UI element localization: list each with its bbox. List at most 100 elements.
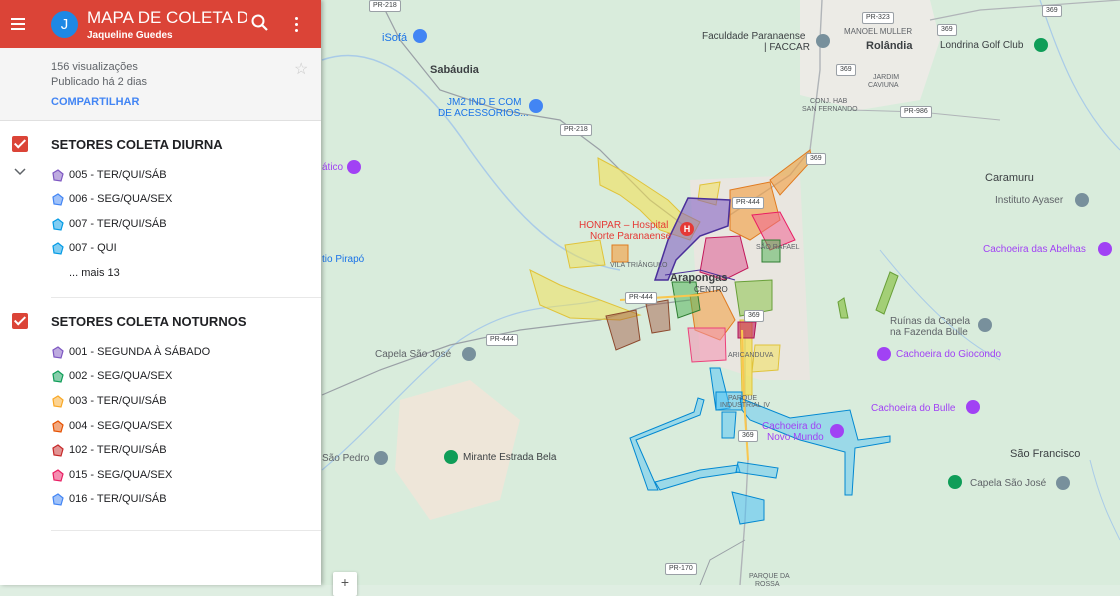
legend-item[interactable]: 005 - TER/QUI/SÁB	[51, 166, 167, 184]
chevron-down-icon[interactable]	[14, 165, 26, 179]
more-options-icon[interactable]	[290, 13, 302, 35]
place-cachoeira-novo-line1[interactable]: Cachoeira do	[762, 421, 821, 432]
share-button[interactable]: COMPARTILHAR	[51, 96, 139, 108]
place-rolandia[interactable]: Rolândia	[866, 40, 912, 52]
waterfall-icon[interactable]	[830, 424, 844, 438]
place-capela-sao-jose-2[interactable]: Capela São José	[970, 478, 1046, 489]
place-rio-pirapo[interactable]: tio Pirapó	[322, 254, 364, 265]
legend-item-label: 005 - TER/QUI/SÁB	[69, 169, 167, 181]
legend-item[interactable]: 006 - SEG/QUA/SEX	[51, 190, 172, 208]
church-icon[interactable]	[374, 451, 388, 465]
map-title: MAPA DE COLETA DO...	[87, 8, 247, 27]
place-caramuru[interactable]: Caramuru	[985, 172, 1034, 184]
place-mirante[interactable]: Mirante Estrada Bela	[463, 452, 556, 463]
road-shield-369: 369	[738, 430, 758, 442]
road-shield-pr986: PR-986	[900, 106, 932, 118]
place-arapongas[interactable]: Arapongas	[670, 272, 727, 284]
published-date: Publicado há 2 dias	[51, 76, 148, 88]
place-jardim-caviuna-1: JARDIM	[873, 74, 900, 81]
polygon-icon	[52, 192, 64, 206]
golf-icon[interactable]	[1034, 38, 1048, 52]
place-sabaudia[interactable]: Sabáudia	[430, 64, 479, 76]
place-parque-da-line1: PARQUE DA	[749, 573, 790, 580]
polygon-icon	[52, 492, 64, 506]
institute-icon[interactable]	[1075, 193, 1089, 207]
place-honpar-line2[interactable]: Norte Paranaense	[590, 231, 671, 242]
place-cachoeira-giocondo[interactable]: Cachoeira do Giocondo	[896, 349, 1001, 360]
legend-item[interactable]: 007 - QUI	[51, 239, 117, 257]
legend-item-label: 007 - QUI	[69, 242, 117, 254]
layer-title-diurna[interactable]: SETORES COLETA DIURNA	[51, 137, 223, 152]
road-shield-369: 369	[937, 24, 957, 36]
school-icon[interactable]	[816, 34, 830, 48]
legend-item[interactable]: 001 - SEGUNDA À SÁBADO	[51, 343, 210, 361]
park-icon[interactable]	[948, 475, 962, 489]
polygon-icon	[52, 443, 64, 457]
legend-item[interactable]: 015 - SEG/QUA/SEX	[51, 466, 172, 484]
waterfall-icon[interactable]	[1098, 242, 1112, 256]
polygon-icon	[52, 369, 64, 383]
place-sao-rafael: SÃO RAFAEL	[756, 244, 800, 251]
zoom-in-button[interactable]: +	[333, 572, 357, 596]
layer-checkbox-diurna[interactable]	[12, 136, 28, 152]
avatar[interactable]: J	[51, 11, 78, 38]
church-icon[interactable]	[1056, 476, 1070, 490]
legend-item[interactable]: 007 - TER/QUI/SÁB	[51, 215, 167, 233]
place-vila-triangulo: VILA TRIÂNGULO	[610, 262, 668, 269]
road-shield-369: 369	[806, 153, 826, 165]
menu-button[interactable]	[6, 12, 30, 36]
place-isofa[interactable]: iSofá	[382, 32, 407, 44]
legend-item[interactable]: 003 - TER/QUI/SÁB	[51, 392, 167, 410]
road-shield-pr444: PR-444	[732, 197, 764, 209]
place-cachoeira-bulle[interactable]: Cachoeira do Bulle	[871, 403, 956, 414]
legend-item[interactable]: 004 - SEG/QUA/SEX	[51, 417, 172, 435]
place-faccar-line1[interactable]: Faculdade Paranaense	[702, 31, 805, 42]
place-ruinas-line2[interactable]: na Fazenda Bulle	[890, 327, 968, 338]
shop-icon[interactable]	[529, 99, 543, 113]
show-more-link[interactable]: ... mais 13	[69, 264, 120, 282]
search-icon[interactable]	[250, 13, 270, 33]
place-honpar-line1[interactable]: HONPAR – Hospital	[579, 220, 668, 231]
attraction-icon[interactable]	[347, 160, 361, 174]
place-centro: CENTRO	[694, 285, 728, 294]
polygon-icon	[52, 468, 64, 482]
place-instituto[interactable]: Instituto Ayaser	[995, 195, 1063, 206]
star-icon[interactable]: ☆	[294, 59, 308, 79]
church-icon[interactable]	[462, 347, 476, 361]
shop-icon[interactable]	[413, 29, 427, 43]
legend-item-label: 006 - SEG/QUA/SEX	[69, 193, 173, 205]
place-capela-sao-jose[interactable]: Capela São José	[375, 349, 451, 360]
waterfall-icon[interactable]	[966, 400, 980, 414]
place-atico[interactable]: ático	[322, 162, 343, 173]
legend-item-label: 003 - TER/QUI/SÁB	[69, 395, 167, 407]
place-londrina-golf[interactable]: Londrina Golf Club	[940, 40, 1023, 51]
road-shield-pr444: PR-444	[625, 292, 657, 304]
hospital-icon[interactable]: H	[680, 222, 694, 236]
polygon-icon	[52, 419, 64, 433]
legend-item[interactable]: 002 - SEG/QUA/SEX	[51, 367, 172, 385]
place-sao-francisco[interactable]: São Francisco	[1010, 448, 1080, 460]
place-cachoeira-novo-line2[interactable]: Novo Mundo	[767, 432, 824, 443]
layer-divider	[51, 297, 321, 298]
panel-header: J MAPA DE COLETA DO... Jaqueline Guedes	[0, 0, 321, 48]
place-faccar-line2[interactable]: | FACCAR	[764, 42, 810, 53]
place-cachoeira-abelhas[interactable]: Cachoeira das Abelhas	[983, 244, 1086, 255]
place-sao-pedro[interactable]: São Pedro	[322, 453, 369, 464]
road-shield-369: 369	[836, 64, 856, 76]
place-parque-ind-line1: PARQUE	[728, 395, 758, 402]
map-meta: 156 visualizações Publicado há 2 dias CO…	[0, 48, 321, 121]
place-ruinas-line1[interactable]: Ruínas da Capela	[890, 316, 970, 327]
place-conj-hab-1: CONJ. HAB	[810, 98, 848, 105]
legend-item-label: 102 - TER/QUI/SÁB	[69, 444, 167, 456]
legend-item[interactable]: 102 - TER/QUI/SÁB	[51, 441, 167, 459]
polygon-icon	[52, 394, 64, 408]
layer-title-noturnos[interactable]: SETORES COLETA NOTURNOS	[51, 314, 247, 329]
place-jm2-line2[interactable]: DE ACESSORIOS...	[438, 108, 529, 119]
place-jm2-line1[interactable]: JM2 IND E COM	[447, 97, 521, 108]
monument-icon[interactable]	[978, 318, 992, 332]
layer-checkbox-noturnos[interactable]	[12, 313, 28, 329]
map-author: Jaqueline Guedes	[87, 30, 173, 41]
waterfall-icon[interactable]	[877, 347, 891, 361]
park-icon[interactable]	[444, 450, 458, 464]
legend-item[interactable]: 016 - TER/QUI/SÁB	[51, 490, 167, 508]
